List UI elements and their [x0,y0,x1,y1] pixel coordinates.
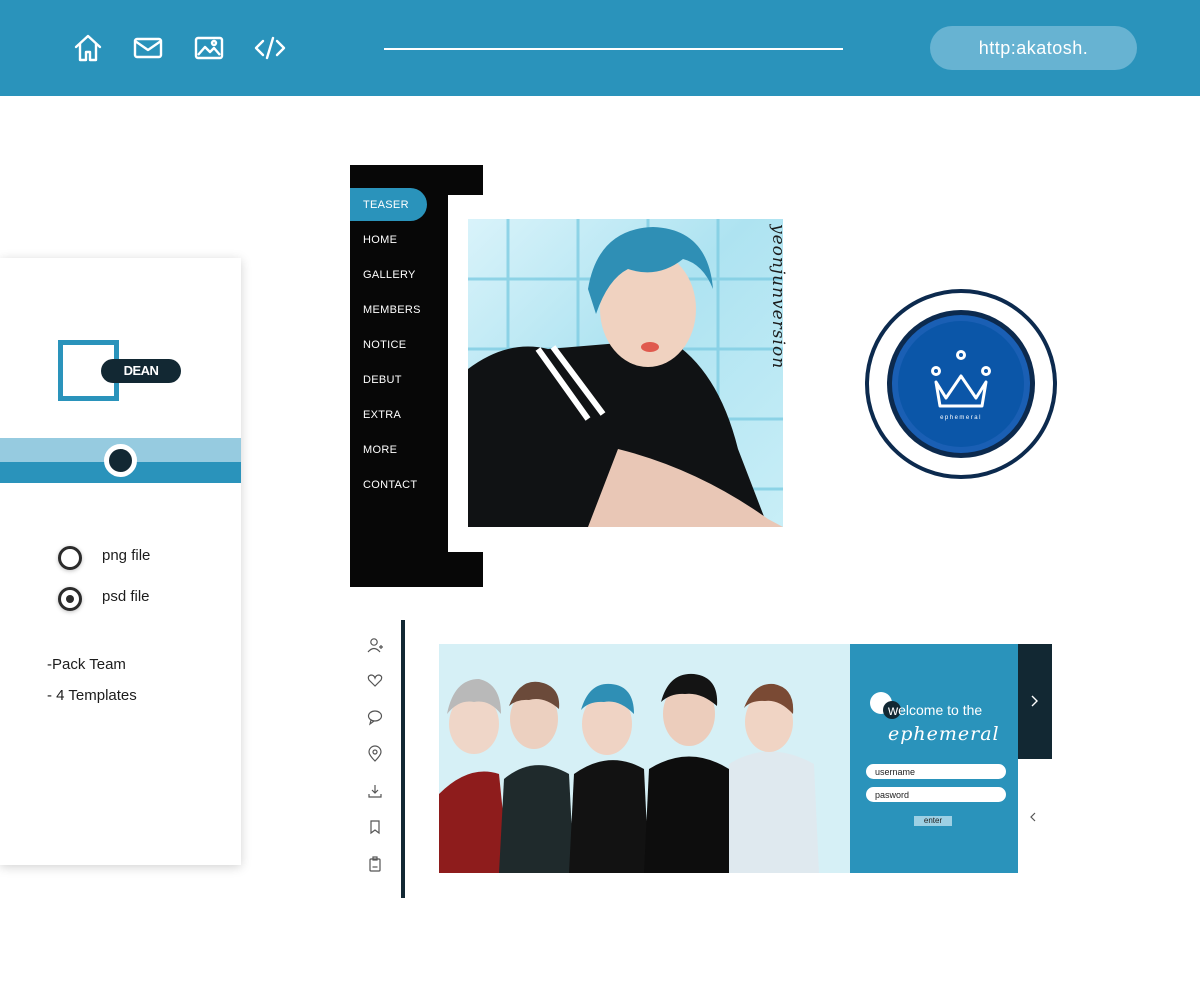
nav-item-home[interactable]: HOME [363,232,397,248]
nav-item-gallery[interactable]: GALLERY [363,267,416,283]
username-field[interactable] [866,764,1006,779]
pack-team-text: -Pack Team [47,656,126,673]
group-photo [439,644,850,873]
option-label: png file [102,547,151,564]
template-card: DEAN png file psd file -Pack Team - 4 Te… [0,258,241,865]
home-icon[interactable] [72,32,104,64]
image-icon[interactable] [193,32,225,64]
teaser-photo-art [468,219,783,527]
vertical-divider [401,620,405,898]
logo-badge: DEAN [101,359,181,383]
chat-icon[interactable] [366,708,384,726]
bookmark-icon[interactable] [366,818,384,836]
user-add-icon[interactable] [366,636,384,654]
location-icon[interactable] [366,745,384,763]
login-panel [850,644,1018,873]
chevron-right-icon [1031,695,1038,707]
nav-item-extra[interactable]: EXTRA [363,407,401,423]
prev-button[interactable] [1027,811,1039,823]
signature-text: yeonjunversion [768,224,788,370]
brand-text: ephemeral [888,723,1000,745]
mail-icon[interactable] [132,32,164,64]
divider-line [384,48,843,50]
welcome-text: welcome to the [888,702,983,718]
group-photo-art [439,644,850,873]
crown-logo: ephemeral [864,288,1058,480]
teaser-photo [468,219,783,527]
nav-item-contact[interactable]: CONTACT [363,477,417,493]
nav-item-debut[interactable]: DEBUT [363,372,402,388]
templates-count-text: - 4 Templates [47,687,137,704]
top-bar: http:akatosh. [0,0,1200,96]
code-icon[interactable] [254,32,286,64]
option-label: psd file [102,588,150,605]
nav-item-teaser[interactable]: TEASER [363,197,409,213]
radio-psd[interactable] [58,587,82,611]
enter-button[interactable]: enter [914,816,952,826]
nav-item-members[interactable]: MEMBERS [363,302,421,318]
next-button[interactable] [1018,644,1052,759]
password-field[interactable] [866,787,1006,802]
radio-png[interactable] [58,546,82,570]
url-button[interactable]: http:akatosh. [930,26,1137,70]
nav-item-more[interactable]: MORE [363,442,397,458]
heart-icon[interactable] [366,671,384,689]
chevron-left-icon [1030,812,1036,822]
nav-item-notice[interactable]: NOTICE [363,337,406,353]
radio-selected-dot [66,595,74,603]
logo-caption: ephemeral [940,415,982,421]
clipboard-icon[interactable] [366,855,384,873]
download-icon[interactable] [366,782,384,800]
slider-handle[interactable] [104,444,137,477]
